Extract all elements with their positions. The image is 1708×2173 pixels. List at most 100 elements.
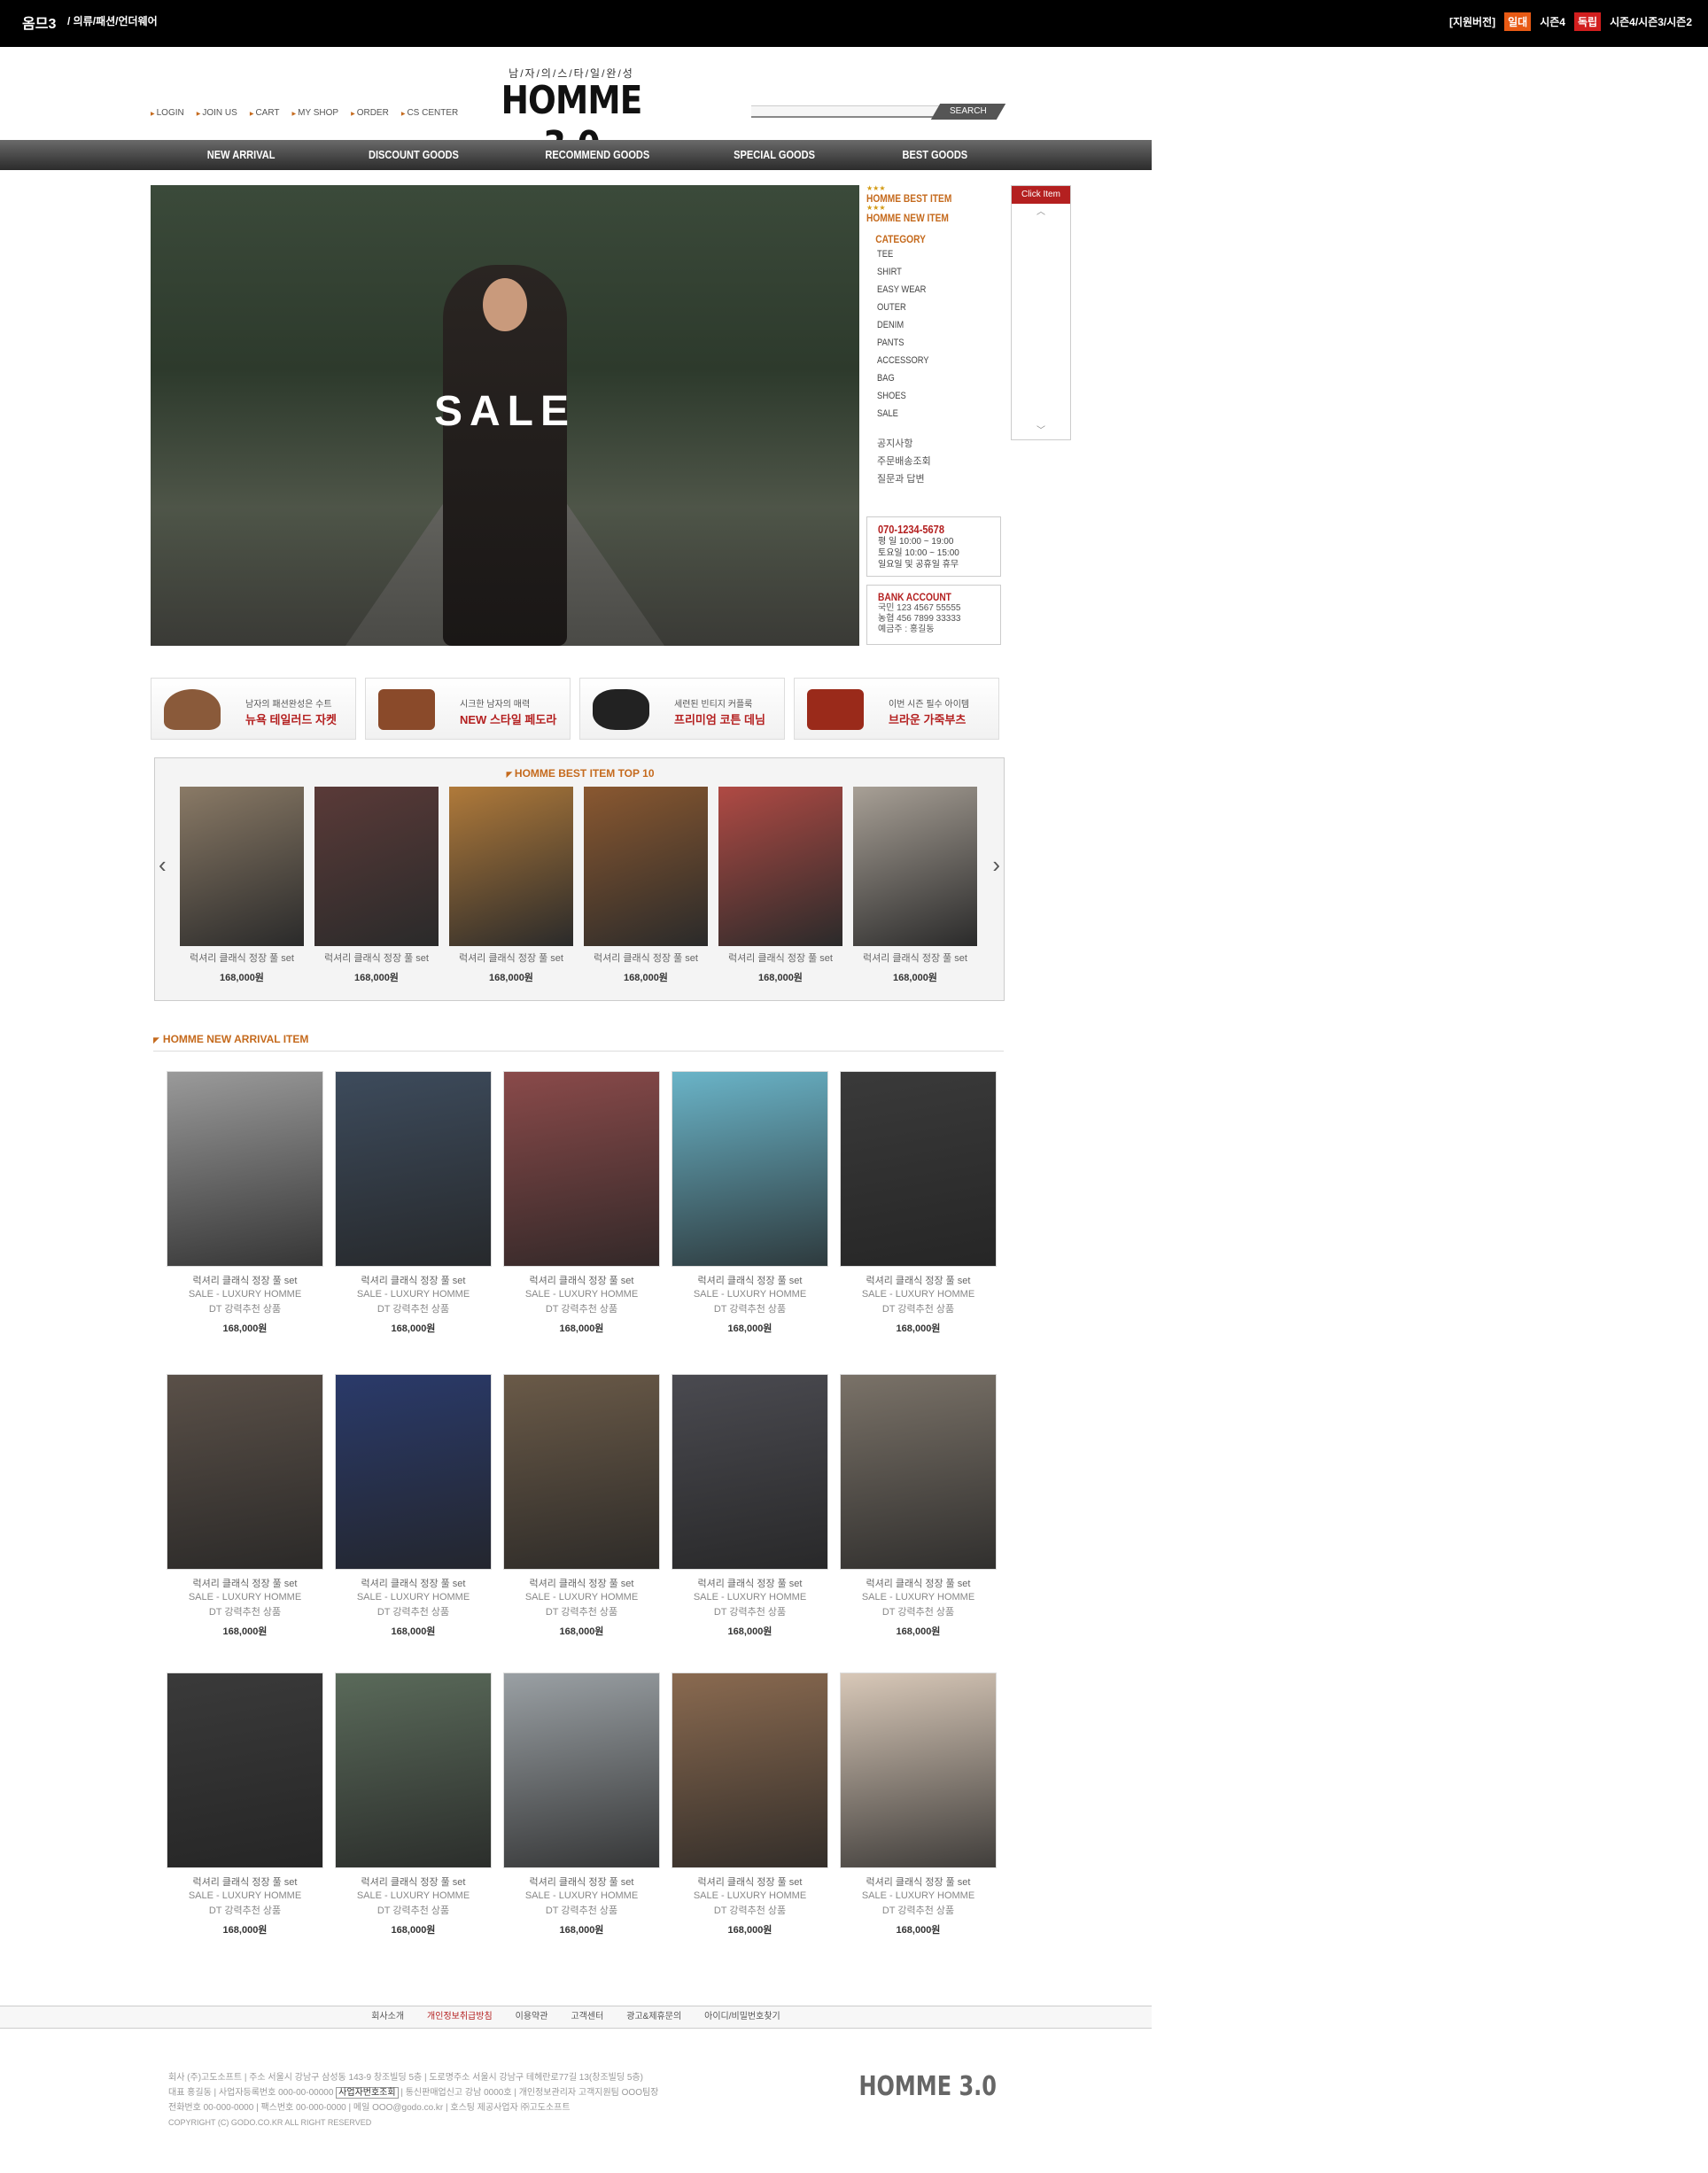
product-image[interactable] xyxy=(672,1672,828,1868)
footer-link[interactable]: 고객센터 xyxy=(571,2006,603,2028)
category-item[interactable]: DENIM xyxy=(877,316,982,334)
business-lookup-button[interactable]: 사업자번호조회 xyxy=(336,2087,399,2099)
footer-link[interactable]: 회사소개 xyxy=(371,2006,404,2028)
product-card[interactable]: 럭셔리 클래식 정장 풀 set SALE - LUXURY HOMME DT 강력… xyxy=(167,1672,323,1974)
product-image[interactable] xyxy=(180,787,304,946)
best-item[interactable]: 럭셔리 클래식 정장 풀 set 168,000원 xyxy=(718,787,842,984)
banner-title: 브라운 가죽부츠 xyxy=(889,713,967,726)
footer-link[interactable]: 개인정보취급방침 xyxy=(427,2006,493,2028)
best-item[interactable]: 럭셔리 클래식 정장 풀 set 168,000원 xyxy=(180,787,304,984)
category-item[interactable]: PANTS xyxy=(877,334,982,352)
product-image[interactable] xyxy=(167,1672,323,1868)
product-card[interactable]: 럭셔리 클래식 정장 풀 set SALE - LUXURY HOMME DT 강력… xyxy=(672,1672,828,1974)
best-item[interactable]: 럭셔리 클래식 정장 풀 set 168,000원 xyxy=(853,787,977,984)
product-card[interactable]: 럭셔리 클래식 정장 풀 set SALE - LUXURY HOMME DT 강력… xyxy=(335,1374,492,1675)
side-info-link[interactable]: 공지사항 xyxy=(877,435,1001,453)
footer-link[interactable]: 이용약관 xyxy=(516,2006,548,2028)
version-link[interactable]: 시즌4 xyxy=(1536,12,1569,31)
category-item[interactable]: BAG xyxy=(877,369,982,387)
product-image[interactable] xyxy=(718,787,842,946)
product-card[interactable]: 럭셔리 클래식 정장 풀 set SALE - LUXURY HOMME DT 강력… xyxy=(335,1672,492,1974)
category-item[interactable]: EASY WEAR xyxy=(877,281,982,299)
hero-sale-text: SALE xyxy=(433,388,576,435)
product-image[interactable] xyxy=(167,1071,323,1267)
nav-new-arrival[interactable]: NEW ARRIVAL xyxy=(207,140,276,170)
product-image[interactable] xyxy=(167,1374,323,1570)
product-name: 럭셔리 클래식 정장 풀 set xyxy=(866,1877,971,1888)
product-image[interactable] xyxy=(672,1071,828,1267)
category-item[interactable]: SALE xyxy=(877,405,982,423)
quick-menu-title[interactable]: Click Item xyxy=(1012,186,1070,204)
cs-hours-2: 토요일 10:00 ~ 15:00 xyxy=(878,548,959,558)
cs-center-box: 070-1234-5678 평 일 10:00 ~ 19:00 토요일 10:0… xyxy=(866,516,1001,577)
category-item[interactable]: SHIRT xyxy=(877,263,982,281)
product-card[interactable]: 럭셔리 클래식 정장 풀 set SALE - LUXURY HOMME DT 강력… xyxy=(503,1672,660,1974)
best-item[interactable]: 럭셔리 클래식 정장 풀 set 168,000원 xyxy=(449,787,573,984)
chevron-up-icon[interactable]: ︿ xyxy=(1012,204,1070,217)
nav-recommend-goods[interactable]: RECOMMEND GOODS xyxy=(545,140,649,170)
product-card[interactable]: 럭셔리 클래식 정장 풀 set SALE - LUXURY HOMME DT 강력… xyxy=(672,1374,828,1675)
product-card[interactable]: 럭셔리 클래식 정장 풀 set SALE - LUXURY HOMME DT 강력… xyxy=(335,1071,492,1372)
category-item[interactable]: SHOES xyxy=(877,387,982,405)
product-card[interactable]: 럭셔리 클래식 정장 풀 set SALE - LUXURY HOMME DT 강력… xyxy=(167,1071,323,1372)
version-link[interactable]: [지원버전] xyxy=(1446,12,1499,31)
header-link-cs-center[interactable]: CS CENTER xyxy=(401,108,458,118)
best-item-link[interactable]: HOMME BEST ITEM xyxy=(866,192,981,205)
product-card[interactable]: 럭셔리 클래식 정장 풀 set SALE - LUXURY HOMME DT 강력… xyxy=(167,1374,323,1675)
product-image[interactable] xyxy=(584,787,708,946)
chevron-left-icon[interactable]: ‹ xyxy=(159,851,167,879)
product-image[interactable] xyxy=(335,1071,492,1267)
product-image[interactable] xyxy=(503,1374,660,1570)
product-card[interactable]: 럭셔리 클래식 정장 풀 set SALE - LUXURY HOMME DT 강력… xyxy=(672,1071,828,1372)
header-link-cart[interactable]: CART xyxy=(250,108,279,118)
best-item[interactable]: 럭셔리 클래식 정장 풀 set 168,000원 xyxy=(314,787,439,984)
header-link-my-shop[interactable]: MY SHOP xyxy=(292,108,338,118)
product-card[interactable]: 럭셔리 클래식 정장 풀 set SALE - LUXURY HOMME DT 강력… xyxy=(503,1071,660,1372)
product-image[interactable] xyxy=(840,1071,997,1267)
product-image[interactable] xyxy=(335,1672,492,1868)
chevron-down-icon[interactable]: ﹀ xyxy=(1012,423,1070,436)
search-input[interactable] xyxy=(751,105,941,118)
category-item[interactable]: OUTER xyxy=(877,299,982,316)
header-link-join-us[interactable]: JOIN US xyxy=(197,108,237,118)
version-link[interactable]: 시즌4/시즌3/시즌2 xyxy=(1606,12,1696,31)
product-image[interactable] xyxy=(840,1672,997,1868)
footer-link[interactable]: 아이디/비밀번호찾기 xyxy=(704,2006,780,2028)
version-link[interactable]: 일대 xyxy=(1504,12,1532,31)
product-image[interactable] xyxy=(672,1374,828,1570)
side-info-link[interactable]: 질문과 답변 xyxy=(877,470,1001,488)
bank-line-2: 농협 456 7899 33333 xyxy=(878,614,961,624)
search-button[interactable]: SEARCH xyxy=(930,104,1006,120)
product-image[interactable] xyxy=(314,787,439,946)
promo-banner[interactable]: 남자의 패션완성은 수트 뉴욕 테일러드 자켓 xyxy=(151,678,356,740)
header-link-login[interactable]: LOGIN xyxy=(151,108,184,118)
product-image[interactable] xyxy=(503,1672,660,1868)
promo-banner[interactable]: 이번 시즌 필수 아이템 브라운 가죽부츠 xyxy=(794,678,999,740)
new-item-link[interactable]: HOMME NEW ITEM xyxy=(866,212,981,224)
product-card[interactable]: 럭셔리 클래식 정장 풀 set SALE - LUXURY HOMME DT 강력… xyxy=(840,1374,997,1675)
product-card[interactable]: 럭셔리 클래식 정장 풀 set SALE - LUXURY HOMME DT 강력… xyxy=(840,1071,997,1372)
chevron-right-icon[interactable]: › xyxy=(992,851,1000,879)
product-image[interactable] xyxy=(503,1071,660,1267)
header-link-order[interactable]: ORDER xyxy=(351,108,389,118)
product-image[interactable] xyxy=(335,1374,492,1570)
promo-banner[interactable]: 시크한 남자의 매력 NEW 스타일 페도라 xyxy=(365,678,571,740)
promo-banner[interactable]: 세련된 빈티지 커플룩 프리미엄 코튼 데님 xyxy=(579,678,785,740)
product-card[interactable]: 럭셔리 클래식 정장 풀 set SALE - LUXURY HOMME DT 강력… xyxy=(503,1374,660,1675)
product-image[interactable] xyxy=(449,787,573,946)
side-info-link[interactable]: 주문배송조회 xyxy=(877,453,1001,470)
best-item[interactable]: 럭셔리 클래식 정장 풀 set 168,000원 xyxy=(584,787,708,984)
category-item[interactable]: ACCESSORY xyxy=(877,352,982,369)
version-link[interactable]: 독립 xyxy=(1573,12,1602,31)
brand-name[interactable]: 옴므3 xyxy=(22,12,56,33)
hero-banner[interactable]: SALE xyxy=(151,185,859,646)
product-image[interactable] xyxy=(853,787,977,946)
product-image[interactable] xyxy=(840,1374,997,1570)
nav-best-goods[interactable]: BEST GOODS xyxy=(903,140,968,170)
nav-special-goods[interactable]: SPECIAL GOODS xyxy=(734,140,815,170)
product-card[interactable]: 럭셔리 클래식 정장 풀 set SALE - LUXURY HOMME DT 강력… xyxy=(840,1672,997,1974)
nav-discount-goods[interactable]: DISCOUNT GOODS xyxy=(369,140,459,170)
category-item[interactable]: TEE xyxy=(877,245,982,263)
footer-link[interactable]: 광고&제휴문의 xyxy=(626,2006,681,2028)
product-row: 럭셔리 클래식 정장 풀 set SALE - LUXURY HOMME DT 강력… xyxy=(167,1672,999,1974)
